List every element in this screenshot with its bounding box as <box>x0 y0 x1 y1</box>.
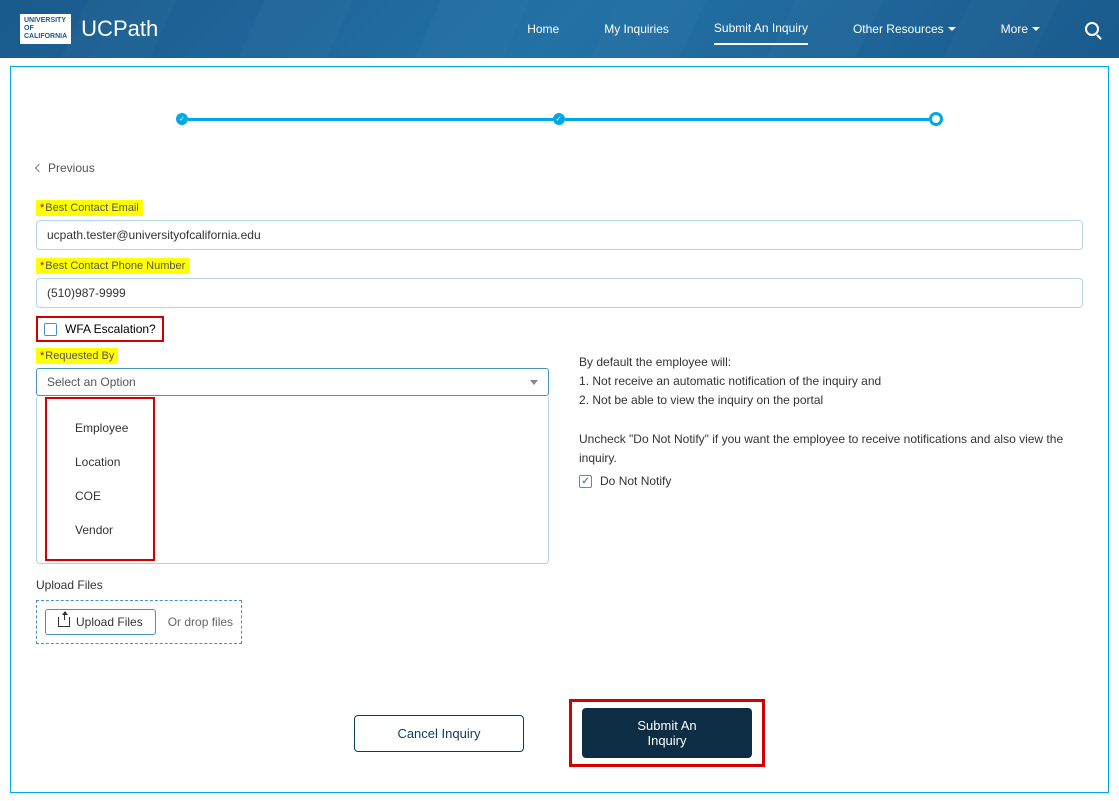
upload-icon <box>58 617 70 627</box>
chevron-left-icon <box>35 164 43 172</box>
nav-more-label: More <box>1001 22 1028 36</box>
right-column: By default the employee will: 1. Not rec… <box>579 348 1083 564</box>
progress-step-2: ✓ <box>553 113 565 125</box>
drop-text: Or drop files <box>168 615 233 629</box>
nav-more[interactable]: More <box>1001 14 1040 44</box>
submit-button[interactable]: Submit An Inquiry <box>582 708 752 758</box>
info-line2: 1. Not receive an automatic notification… <box>579 372 1083 391</box>
email-label: Best Contact Email <box>36 200 143 216</box>
info-line3: 2. Not be able to view the inquiry on th… <box>579 391 1083 410</box>
requested-by-placeholder: Select an Option <box>47 375 136 389</box>
do-not-notify-label: Do Not Notify <box>600 472 671 491</box>
info-line1: By default the employee will: <box>579 353 1083 372</box>
logo-area[interactable]: UNIVERSITYOFCALIFORNIA UCPath <box>20 14 158 43</box>
upload-section: Upload Files Upload Files Or drop files <box>36 578 1083 644</box>
upload-section-label: Upload Files <box>36 578 1083 592</box>
nav-my-inquiries[interactable]: My Inquiries <box>604 14 669 44</box>
search-icon[interactable] <box>1085 22 1099 36</box>
button-row: Cancel Inquiry Submit An Inquiry <box>36 699 1083 767</box>
progress-step-3-current <box>929 112 943 126</box>
upload-dropzone[interactable]: Upload Files Or drop files <box>36 600 242 644</box>
info-text: By default the employee will: 1. Not rec… <box>579 353 1083 495</box>
submit-highlight-wrapper: Submit An Inquiry <box>569 699 765 767</box>
nav-other-resources-label: Other Resources <box>853 22 944 36</box>
option-employee[interactable]: Employee <box>47 411 153 445</box>
uc-logo: UNIVERSITYOFCALIFORNIA <box>20 14 71 43</box>
cancel-button[interactable]: Cancel Inquiry <box>354 715 524 752</box>
email-group: Best Contact Email <box>36 200 1083 250</box>
option-location[interactable]: Location <box>47 445 153 479</box>
dropdown-options-highlighted: Employee Location COE Vendor <box>45 397 155 561</box>
requested-by-select[interactable]: Select an Option <box>36 368 549 396</box>
email-input[interactable] <box>36 220 1083 250</box>
requested-by-label: Requested By <box>36 348 118 364</box>
option-vendor[interactable]: Vendor <box>47 513 153 547</box>
progress-step-1: ✓ <box>176 113 188 125</box>
requested-by-dropdown: Employee Location COE Vendor <box>36 397 549 564</box>
progress-bar: ✓ ✓ <box>176 112 943 126</box>
info-uncheck: Uncheck "Do Not Notify" if you want the … <box>579 430 1083 468</box>
chevron-down-icon <box>1032 27 1040 31</box>
main-content: ✓ ✓ Previous Best Contact Email Best Con… <box>10 66 1109 793</box>
main-nav: Home My Inquiries Submit An Inquiry Othe… <box>527 13 1099 45</box>
progress-line <box>565 118 930 121</box>
select-arrow-icon <box>530 380 538 385</box>
do-not-notify-checkbox[interactable] <box>579 475 592 488</box>
phone-input[interactable] <box>36 278 1083 308</box>
option-coe[interactable]: COE <box>47 479 153 513</box>
previous-link[interactable]: Previous <box>36 161 1083 175</box>
nav-home[interactable]: Home <box>527 14 559 44</box>
wfa-escalation-row: WFA Escalation? <box>36 316 164 342</box>
progress-line <box>188 118 553 121</box>
left-column: Requested By Select an Option Employee L… <box>36 348 549 564</box>
nav-other-resources[interactable]: Other Resources <box>853 14 956 44</box>
chevron-down-icon <box>948 27 956 31</box>
previous-label: Previous <box>48 161 95 175</box>
site-name: UCPath <box>81 16 158 42</box>
wfa-checkbox[interactable] <box>44 323 57 336</box>
upload-button-label: Upload Files <box>76 615 143 629</box>
upload-button[interactable]: Upload Files <box>45 609 156 635</box>
global-header: UNIVERSITYOFCALIFORNIA UCPath Home My In… <box>0 0 1119 58</box>
nav-submit-inquiry[interactable]: Submit An Inquiry <box>714 13 808 45</box>
wfa-label: WFA Escalation? <box>65 322 156 336</box>
do-not-notify-row: Do Not Notify <box>579 468 1083 495</box>
phone-group: Best Contact Phone Number <box>36 258 1083 308</box>
phone-label: Best Contact Phone Number <box>36 258 189 274</box>
two-column-layout: Requested By Select an Option Employee L… <box>36 348 1083 564</box>
